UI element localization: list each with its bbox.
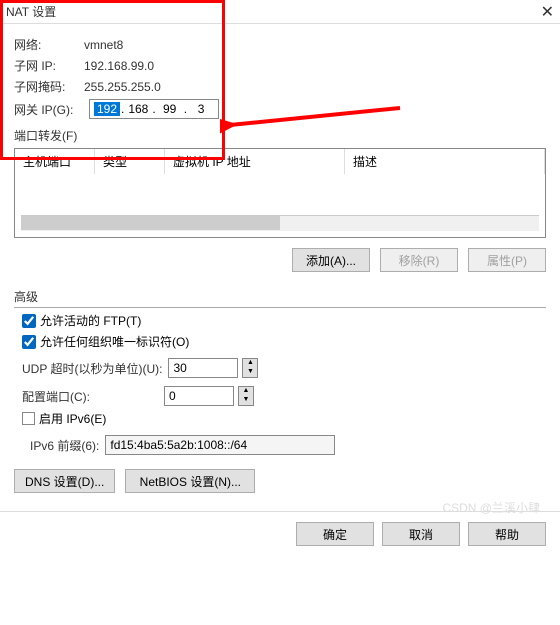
network-label: 网络: (14, 36, 84, 53)
col-host-port[interactable]: 主机端口 (15, 149, 95, 174)
allow-org-checkbox[interactable] (22, 335, 36, 349)
subnet-ip-label: 子网 IP: (14, 57, 84, 74)
ipv6-prefix-label: IPv6 前缀(6): (30, 437, 99, 454)
titlebar: NAT 设置 ✕ (0, 0, 560, 24)
add-button[interactable]: 添加(A)... (292, 248, 370, 272)
close-icon[interactable]: ✕ (541, 2, 554, 22)
gateway-seg1[interactable] (94, 102, 120, 116)
content-area: 网络:vmnet8 子网 IP:192.168.99.0 子网掩码:255.25… (0, 24, 560, 511)
col-desc[interactable]: 描述 (345, 149, 545, 174)
table-body[interactable] (15, 174, 545, 215)
port-forward-table: 主机端口 类型 虚拟机 IP 地址 描述 (14, 148, 546, 238)
gateway-ip-input[interactable]: . . . (89, 99, 219, 119)
config-port-spinner[interactable]: ▲ ▼ (238, 386, 254, 406)
enable-ipv6-label: 启用 IPv6(E) (39, 410, 106, 427)
udp-timeout-spinner[interactable]: ▲ ▼ (242, 358, 258, 378)
dialog-title: NAT 设置 (6, 3, 56, 20)
nat-settings-dialog: NAT 设置 ✕ 网络:vmnet8 子网 IP:192.168.99.0 子网… (0, 0, 560, 556)
advanced-label: 高级 (14, 288, 546, 305)
spin-down-icon[interactable]: ▼ (239, 396, 253, 405)
cancel-button[interactable]: 取消 (382, 522, 460, 546)
dns-settings-button[interactable]: DNS 设置(D)... (14, 469, 115, 493)
netbios-settings-button[interactable]: NetBIOS 设置(N)... (125, 469, 255, 493)
udp-timeout-label: UDP 超时(以秒为单位)(U): (22, 360, 162, 377)
spin-down-icon[interactable]: ▼ (243, 368, 257, 377)
enable-ipv6-checkbox[interactable] (22, 412, 35, 425)
subnet-mask-value: 255.255.255.0 (84, 80, 161, 94)
gateway-seg2[interactable] (125, 102, 151, 116)
spin-up-icon[interactable]: ▲ (243, 359, 257, 368)
ok-button[interactable]: 确定 (296, 522, 374, 546)
spin-up-icon[interactable]: ▲ (239, 387, 253, 396)
udp-timeout-input[interactable] (168, 358, 238, 378)
scrollbar-thumb[interactable] (21, 216, 280, 230)
subnet-ip-value: 192.168.99.0 (84, 59, 154, 73)
dialog-button-bar: 确定 取消 帮助 (0, 511, 560, 556)
gateway-label: 网关 IP(G): (14, 101, 89, 118)
config-port-input[interactable] (164, 386, 234, 406)
subnet-mask-label: 子网掩码: (14, 78, 84, 95)
col-type[interactable]: 类型 (95, 149, 165, 174)
properties-button: 属性(P) (468, 248, 546, 272)
horizontal-scrollbar[interactable] (21, 215, 539, 231)
gateway-seg4[interactable] (188, 102, 214, 116)
allow-ftp-label: 允许活动的 FTP(T) (40, 312, 141, 329)
gateway-seg3[interactable] (157, 102, 183, 116)
network-value: vmnet8 (84, 38, 123, 52)
divider (14, 307, 546, 308)
remove-button: 移除(R) (380, 248, 458, 272)
help-button[interactable]: 帮助 (468, 522, 546, 546)
col-vm-ip[interactable]: 虚拟机 IP 地址 (165, 149, 345, 174)
allow-ftp-checkbox[interactable] (22, 314, 36, 328)
table-header: 主机端口 类型 虚拟机 IP 地址 描述 (15, 149, 545, 174)
ipv6-prefix-input[interactable] (105, 435, 335, 455)
allow-org-label: 允许任何组织唯一标识符(O) (40, 333, 189, 350)
config-port-label: 配置端口(C): (22, 388, 90, 405)
port-forward-label: 端口转发(F) (14, 127, 546, 144)
